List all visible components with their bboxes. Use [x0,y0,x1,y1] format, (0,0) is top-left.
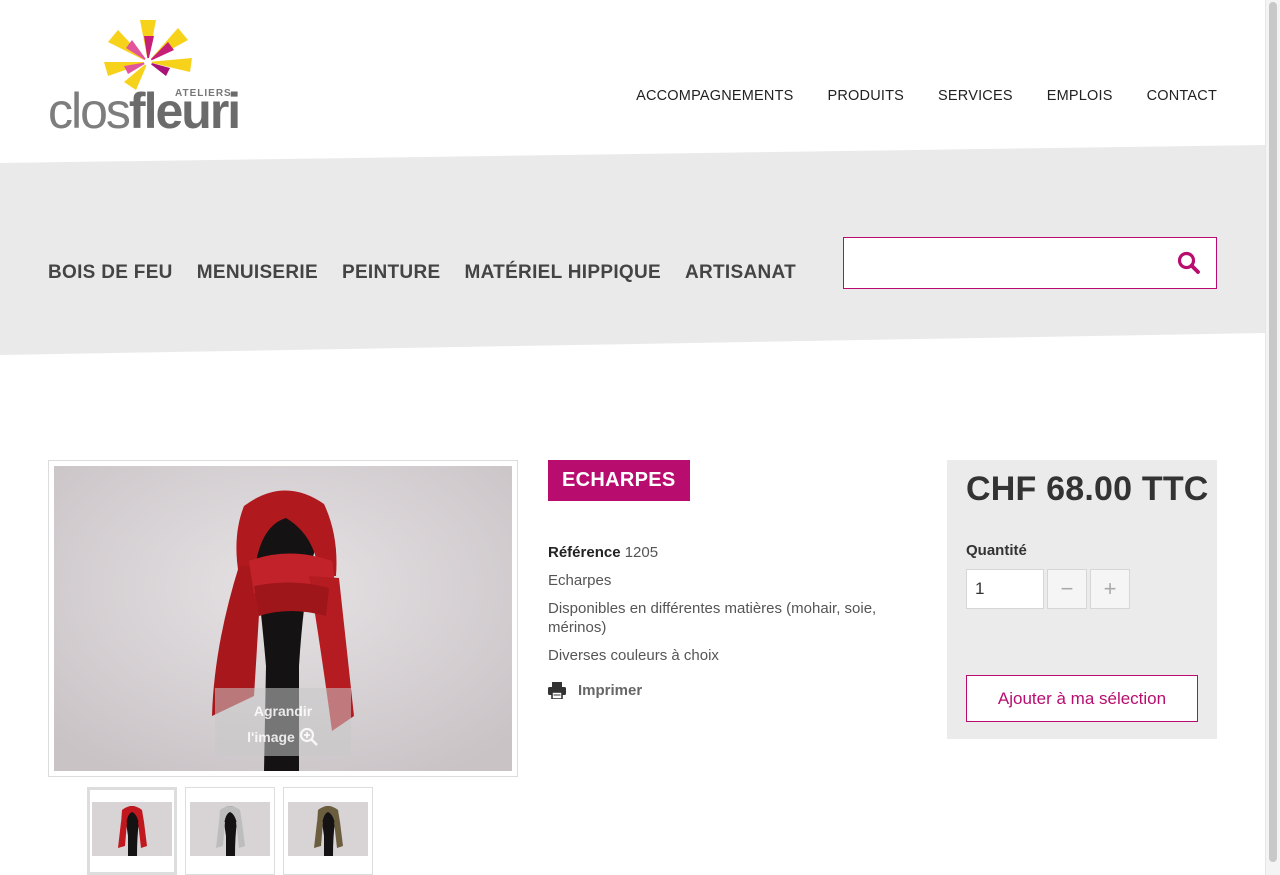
product-colors: Diverses couleurs à choix [548,647,719,664]
nav-accompagnements[interactable]: ACCOMPAGNEMENTS [636,88,793,104]
product-description: Disponibles en différentes matières (moh… [548,600,877,636]
print-link[interactable]: Imprimer [548,682,642,699]
logo-wordmark-part2: fleuri [128,83,241,139]
thumbnail-3[interactable] [283,787,373,875]
printer-icon [548,682,566,699]
thumbnail-image [190,802,270,856]
product-name: Echarpes [548,572,612,589]
site-logo[interactable]: ATELIERS closfleuri [48,18,263,140]
enlarge-label-line1: Agrandir [253,703,313,719]
product-price: CHF 68.00 TTC [966,470,1209,508]
scrollbar-thumb[interactable] [1269,2,1277,862]
thumbnail-1[interactable] [87,787,177,875]
reference-label: Référence [548,544,621,561]
enlarge-image-button[interactable]: Agrandir l'image [215,688,351,756]
thumbnail-image [288,802,368,856]
search-button[interactable] [1176,250,1202,276]
top-navigation: ACCOMPAGNEMENTS PRODUITS SERVICES EMPLOI… [636,88,1217,104]
category-menuiserie[interactable]: MENUISERIE [197,262,318,284]
search-icon [1177,251,1200,274]
quantity-increase-button[interactable]: + [1090,569,1130,609]
category-bois-de-feu[interactable]: BOIS DE FEU [48,262,173,284]
purchase-box: CHF 68.00 TTC Quantité − + Ajouter à ma … [947,460,1217,739]
enlarge-label-line2: l'image [247,729,295,745]
quantity-label: Quantité [966,542,1027,559]
reference-value: 1205 [624,544,659,561]
category-artisanat[interactable]: ARTISANAT [685,262,796,284]
nav-emplois[interactable]: EMPLOIS [1047,88,1113,104]
thumbnail-2[interactable] [185,787,275,875]
quantity-input[interactable] [966,569,1044,609]
product-details: Référence 1205 Echarpes Disponibles en d… [548,543,908,674]
nav-contact[interactable]: CONTACT [1147,88,1217,104]
product-category-badge: ECHARPES [548,460,690,501]
nav-services[interactable]: SERVICES [938,88,1013,104]
page-scrollbar[interactable] [1265,0,1280,875]
logo-wordmark-part1: clos [48,83,131,139]
category-navigation: BOIS DE FEU MENUISERIE PEINTURE MATÉRIEL… [48,262,796,284]
quantity-decrease-button[interactable]: − [1047,569,1087,609]
zoom-in-icon [299,727,318,746]
search-input[interactable] [844,238,1164,288]
thumbnail-image [92,802,172,856]
logo-wordmark: closfleuri [48,83,241,139]
thumbnail-list [87,787,373,875]
nav-produits[interactable]: PRODUITS [828,88,905,104]
add-to-selection-button[interactable]: Ajouter à ma sélection [966,675,1198,722]
reference-line: Référence 1205 [548,543,908,562]
category-peinture[interactable]: PEINTURE [342,262,440,284]
category-materiel-hippique[interactable]: MATÉRIEL HIPPIQUE [464,262,661,284]
print-label: Imprimer [578,682,643,699]
search-box [843,237,1217,289]
